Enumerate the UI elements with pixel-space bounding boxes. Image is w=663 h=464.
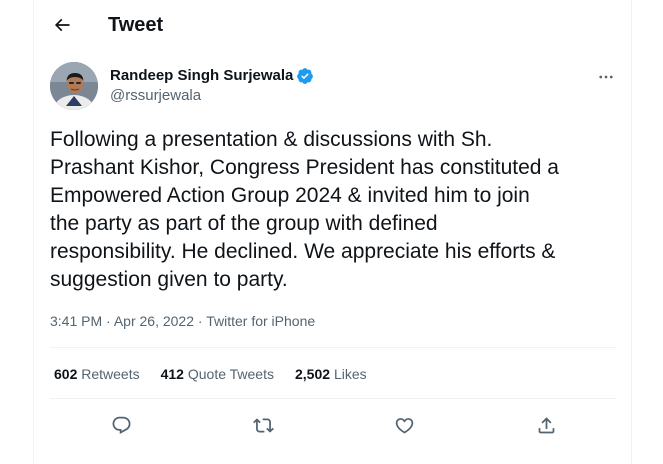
more-horizontal-icon (599, 75, 613, 79)
meta-separator: · (106, 313, 111, 329)
quote-tweets-count: 412 (160, 366, 184, 382)
author-name[interactable]: Randeep Singh Surjewala (110, 66, 293, 86)
retweets-stat[interactable]: 602 Retweets (54, 364, 140, 384)
tweet-source[interactable]: Twitter for iPhone (206, 313, 315, 329)
share-button[interactable] (529, 408, 563, 442)
likes-stat[interactable]: 2,502 Likes (295, 364, 367, 384)
divider (50, 347, 616, 348)
back-button[interactable] (46, 9, 78, 41)
tweet-date[interactable]: Apr 26, 2022 (114, 313, 194, 329)
divider (50, 398, 616, 399)
likes-count: 2,502 (295, 366, 331, 382)
tweet-detail-column: Tweet Randeep Singh Surjewala @rssurjewa… (33, 0, 632, 464)
page-header: Tweet (34, 0, 631, 50)
retweets-label: Retweets (81, 366, 140, 382)
tweet-meta: 3:41 PM · Apr 26, 2022 · Twitter for iPh… (50, 311, 315, 331)
action-bar (34, 408, 631, 442)
reply-button[interactable] (104, 408, 138, 442)
retweets-count: 602 (54, 366, 78, 382)
heart-icon (395, 417, 413, 434)
author-handle[interactable]: @rssurjewala (110, 86, 201, 106)
tweet-time[interactable]: 3:41 PM (50, 313, 102, 329)
tweet-text: Following a presentation & discussions w… (50, 128, 559, 291)
avatar-image (50, 62, 98, 110)
retweet-button[interactable] (246, 408, 280, 442)
retweet-icon (252, 417, 274, 433)
meta-separator: · (197, 313, 203, 329)
more-button[interactable] (592, 63, 620, 91)
reply-icon (112, 416, 130, 434)
avatar[interactable] (50, 62, 98, 110)
page-title: Tweet (108, 14, 164, 36)
quote-tweets-label: Quote Tweets (187, 366, 274, 382)
like-button[interactable] (387, 408, 421, 442)
verified-badge-icon (296, 67, 314, 85)
arrow-left-icon (54, 18, 70, 32)
tweet-stats: 602 Retweets 412 Quote Tweets 2,502 Like… (54, 364, 388, 384)
author-name-row: Randeep Singh Surjewala (110, 66, 314, 86)
likes-label: Likes (333, 366, 367, 382)
quote-tweets-stat[interactable]: 412 Quote Tweets (161, 364, 274, 384)
share-icon (538, 416, 554, 433)
